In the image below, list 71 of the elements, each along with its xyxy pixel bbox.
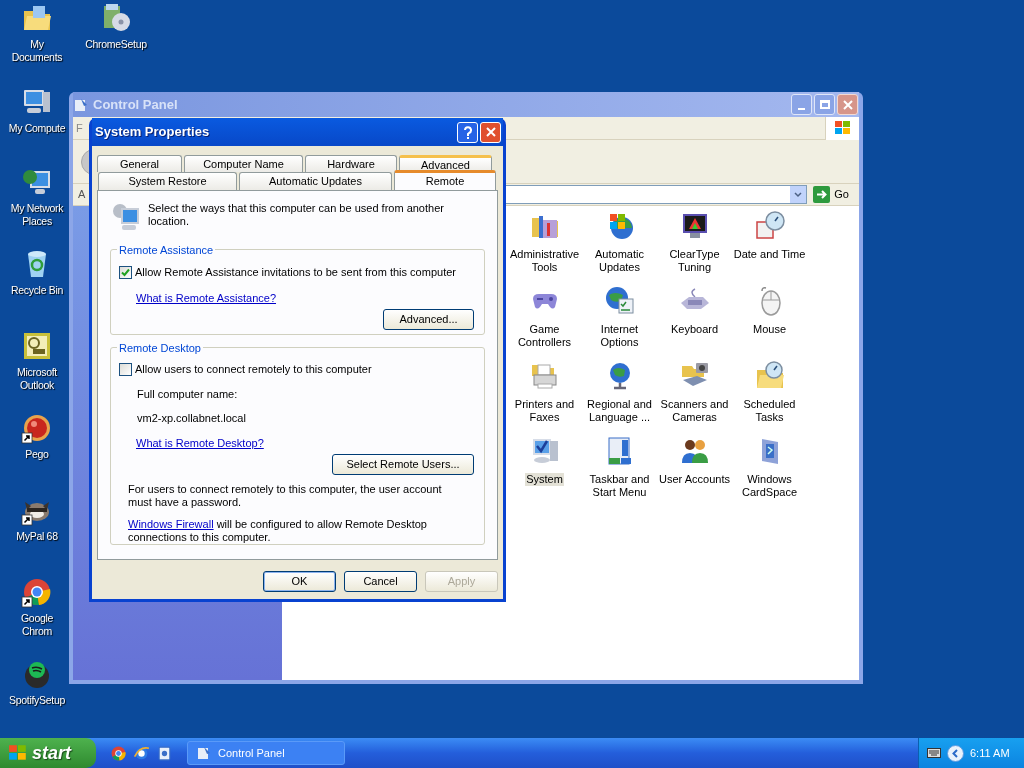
flag-icon (8, 744, 28, 762)
note-text: For users to connect remotely to this computer, the user account must have a password. (128, 483, 443, 509)
help-button[interactable] (457, 121, 478, 143)
calendar-clock-icon (753, 210, 786, 242)
select-users-button[interactable]: Select Remote Users... (332, 454, 474, 475)
tab[interactable]: Computer Name (184, 155, 303, 172)
control-panel-item[interactable]: Date and Time (732, 248, 807, 261)
browser-icon[interactable] (133, 744, 150, 762)
desktop-icon-label[interactable]: Pego (25, 448, 49, 461)
control-panel-item[interactable]: Taskbar and Start Menu (582, 473, 657, 499)
control-panel-item[interactable]: Mouse (752, 323, 787, 336)
desktop-icon-label[interactable]: Google Chrom (5, 612, 69, 638)
control-panel-item[interactable]: Internet Options (582, 323, 657, 349)
desktop-icon-label[interactable]: Recycle Bin (10, 284, 64, 297)
desktop-icon-label[interactable]: My Network Places (5, 202, 69, 228)
clock: 6:11 AM (970, 745, 1010, 761)
dialog-button[interactable]: OK (263, 571, 336, 592)
taskbar-button[interactable]: Control Panel (187, 741, 345, 765)
help-icon (462, 125, 473, 139)
firewall-link[interactable]: Windows Firewall (128, 518, 214, 530)
control-panel-item[interactable]: Automatic Updates (582, 248, 657, 274)
round-logo-icon[interactable] (110, 744, 127, 762)
control-panel-item[interactable]: Printers and Faxes (507, 398, 582, 424)
control-panel-item[interactable]: User Accounts (658, 473, 731, 486)
window-icon (73, 96, 89, 113)
computer-icon (110, 201, 142, 233)
tab[interactable]: General (97, 155, 182, 172)
window-title: Control Panel (93, 95, 178, 114)
control-panel-item[interactable]: System (525, 473, 564, 486)
control-panel-item[interactable]: Administrative Tools (507, 248, 582, 274)
flag-icon (833, 120, 852, 136)
desktop-icon-label[interactable]: My Compute (8, 122, 66, 135)
control-panel-item[interactable]: Scheduled Tasks (732, 398, 807, 424)
advanced-button[interactable]: Advanced... (383, 309, 474, 330)
desktop-icon-label[interactable]: ChromeSetup (85, 38, 147, 51)
control-panel-item[interactable]: Windows CardSpace (732, 473, 807, 499)
control-panel-item[interactable]: Keyboard (669, 323, 720, 336)
field-label: Full computer name: (137, 386, 239, 402)
desktop-icon-label[interactable]: Microsoft Outlook (5, 366, 69, 392)
checkbox-label[interactable]: Allow users to connect remotely to this computer (135, 361, 372, 378)
intro-text: Select the ways that this computer can be used from another location. (148, 201, 445, 229)
help-link[interactable]: What is Remote Desktop? (136, 434, 264, 451)
close-icon (842, 99, 853, 110)
keyboard-icon[interactable] (927, 748, 941, 758)
control-panel-item[interactable]: Regional and Language ... (582, 398, 657, 424)
computer-name: vm2-xp.collabnet.local (137, 411, 247, 426)
tab[interactable]: System Restore (98, 172, 237, 190)
go-button[interactable]: Go (811, 185, 851, 204)
firewall-note: Windows Firewall will be configured to allow Remote Desktop connections to this computer. (128, 518, 428, 544)
control-panel-item[interactable]: Game Controllers (507, 323, 582, 349)
window-icon (196, 745, 212, 761)
control-panel-item[interactable]: ClearType Tuning (657, 248, 732, 274)
desktop-icon-label[interactable]: My Documents (5, 38, 69, 64)
close-icon (485, 127, 496, 137)
chevron-icon[interactable] (947, 744, 964, 762)
tab[interactable]: Automatic Updates (239, 172, 392, 190)
tab[interactable]: Remote (394, 170, 496, 190)
checkbox[interactable] (119, 362, 132, 376)
globe-checklist-icon (603, 285, 636, 317)
help-link[interactable]: What is Remote Assistance? (136, 289, 276, 306)
tab[interactable]: Hardware (305, 155, 397, 172)
document-icon[interactable] (156, 744, 173, 762)
address-label: A (78, 187, 86, 203)
control-panel-item[interactable]: Scanners and Cameras (657, 398, 732, 424)
desktop-icon-label[interactable]: SpotifySetup (9, 694, 65, 707)
desktop-icon-label[interactable]: MyPal 68 (16, 530, 58, 543)
checkbox-label[interactable]: Allow Remote Assistance invitations to be sent from this computer (135, 264, 456, 281)
checkbox[interactable] (119, 265, 132, 279)
window-title: System Properties (95, 123, 210, 142)
dialog-button[interactable]: Cancel (344, 571, 417, 592)
caret-icon (794, 191, 803, 198)
